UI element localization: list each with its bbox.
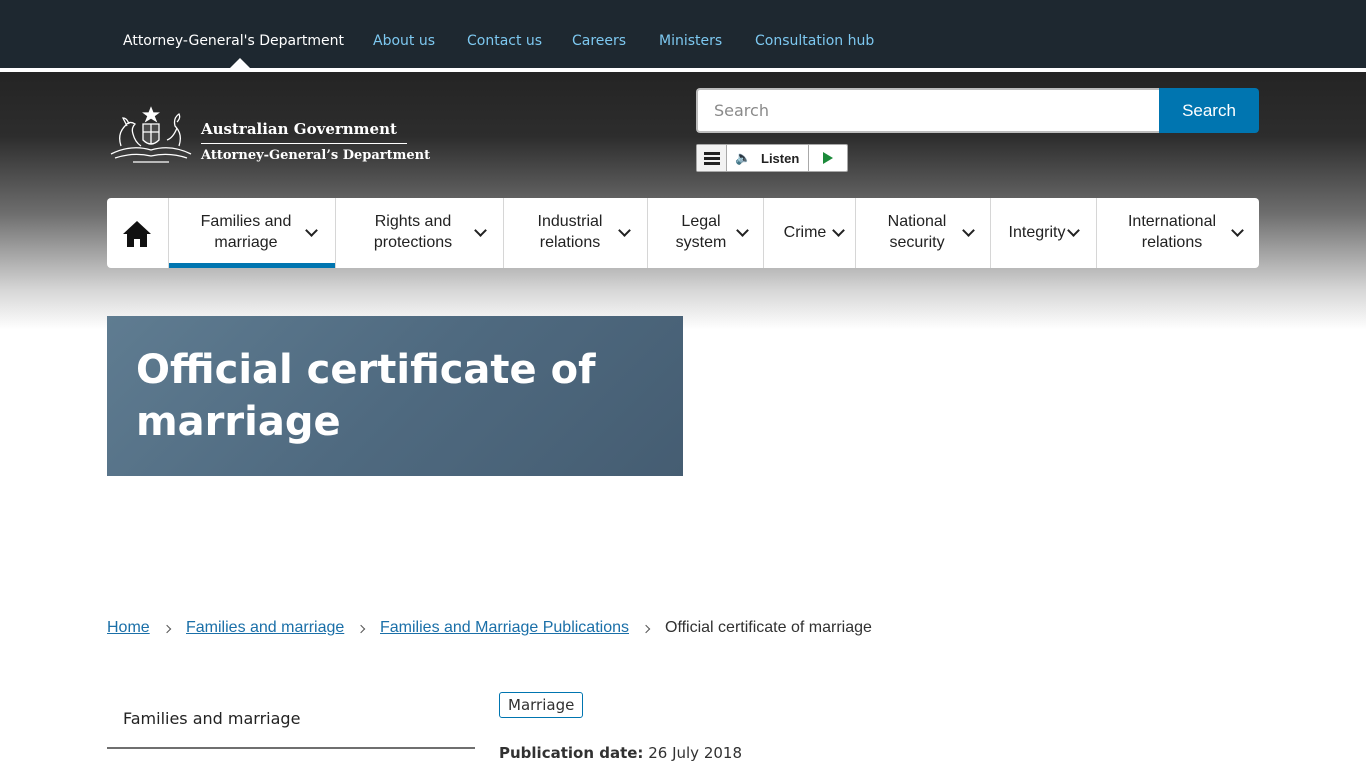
sidenav-divider (107, 747, 475, 749)
top-nav-careers[interactable]: Careers (572, 33, 626, 49)
nav-item-integrity[interactable]: Integrity (990, 198, 1096, 268)
chevron-down-icon (1067, 224, 1080, 237)
top-nav-agd[interactable]: Attorney-General's Department (123, 33, 344, 49)
breadcrumb: Home Families and marriage Families and … (107, 619, 1107, 639)
top-nav-contact-us[interactable]: Contact us (467, 33, 542, 49)
nav-item-families-and-marriage[interactable]: Families and marriage (168, 198, 335, 268)
nav-item-rights-and-protections[interactable]: Rights and protections (335, 198, 503, 268)
publication-date-value: 26 July 2018 (648, 744, 742, 762)
breadcrumb-home[interactable]: Home (107, 619, 150, 637)
logo-line-1: Australian Government (201, 120, 397, 138)
search-button[interactable]: Search (1159, 88, 1259, 133)
top-nav-consultation-hub[interactable]: Consultation hub (755, 33, 874, 49)
chevron-right-icon (162, 624, 172, 634)
search-input[interactable] (696, 88, 1160, 133)
nav-item-label: Industrial relations (537, 213, 603, 251)
sidenav-title[interactable]: Families and marriage (123, 709, 300, 728)
nav-item-label: National security (887, 213, 947, 251)
nav-item-industrial-relations[interactable]: Industrial relations (503, 198, 647, 268)
breadcrumb-publications[interactable]: Families and Marriage Publications (380, 619, 629, 637)
logo-line-2: Attorney-General’s Department (201, 148, 431, 163)
page-title: Official certificate of marriage (136, 347, 596, 445)
top-nav-about-us[interactable]: About us (373, 33, 435, 49)
nav-item-label: International relations (1127, 213, 1217, 251)
current-site-pointer (230, 58, 250, 68)
publication-date: Publication date: 26 July 2018 (499, 744, 742, 762)
nav-item-international-relations[interactable]: International relations (1096, 198, 1259, 268)
nav-item-label: Crime (783, 224, 827, 241)
nav-item-crime[interactable]: Crime (763, 198, 855, 268)
main-navigation: Families and marriage Rights and protectio… (107, 198, 1259, 268)
nav-item-label: Families and marriage (200, 213, 292, 251)
chevron-down-icon (832, 224, 845, 237)
nav-item-legal-system[interactable]: Legal system (647, 198, 763, 268)
logo-divider (201, 143, 407, 144)
listen-button[interactable]: 🔈 Listen (727, 145, 809, 171)
home-icon (123, 221, 151, 247)
menu-icon[interactable] (697, 145, 727, 171)
nav-item-label: Rights and protections (373, 213, 453, 251)
publication-date-label: Publication date: (499, 744, 644, 762)
chevron-down-icon (305, 224, 318, 237)
nav-item-national-security[interactable]: National security (855, 198, 990, 268)
chevron-down-icon (962, 224, 975, 237)
top-bar: Attorney-General's Department About us C… (0, 0, 1366, 68)
nav-item-label: Integrity (1008, 224, 1066, 241)
topic-tag[interactable]: Marriage (499, 692, 584, 718)
top-nav-ministers[interactable]: Ministers (659, 33, 722, 49)
chevron-down-icon (474, 224, 487, 237)
speaker-icon: 🔈 (735, 151, 752, 166)
chevron-right-icon (356, 624, 366, 634)
breadcrumb-current: Official certificate of marriage (665, 619, 872, 636)
breadcrumb-families-and-marriage[interactable]: Families and marriage (186, 619, 344, 637)
coat-of-arms-icon (110, 106, 192, 163)
chevron-right-icon (641, 624, 651, 634)
site-logo[interactable]: Australian Government Attorney-General’s… (107, 104, 430, 168)
chevron-down-icon (1231, 224, 1244, 237)
listen-toolbar: 🔈 Listen (696, 144, 848, 172)
active-indicator (169, 263, 335, 268)
nav-home-button[interactable] (107, 198, 168, 268)
play-icon[interactable] (823, 152, 833, 164)
nav-item-label: Legal system (675, 213, 727, 251)
page-hero: Official certificate of marriage (107, 316, 683, 476)
listen-label: Listen (761, 151, 800, 166)
